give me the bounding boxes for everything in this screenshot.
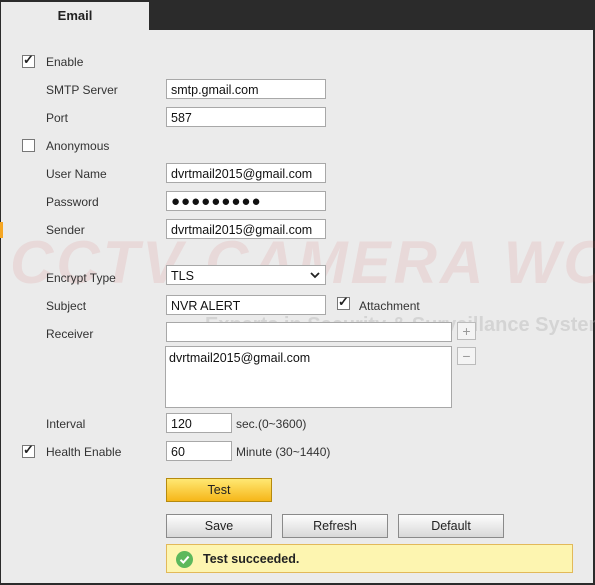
password-label: Password [46, 195, 99, 209]
smtp-server-label: SMTP Server [46, 83, 118, 97]
interval-label: Interval [46, 417, 86, 431]
chevron-down-icon [310, 272, 320, 279]
default-button[interactable]: Default [398, 514, 504, 538]
remove-receiver-button[interactable]: − [457, 347, 476, 365]
test-button[interactable]: Test [166, 478, 272, 502]
anonymous-checkbox[interactable] [22, 139, 35, 152]
receiver-input[interactable] [166, 322, 452, 342]
port-label: Port [46, 111, 69, 125]
encrypt-type-select[interactable]: TLS [166, 265, 326, 285]
save-button[interactable]: Save [166, 514, 272, 538]
enable-checkbox[interactable]: ✓ [22, 52, 35, 68]
smtp-server-input[interactable]: smtp.gmail.com [166, 79, 326, 99]
interval-input[interactable]: 120 [166, 413, 232, 433]
health-enable-checkbox[interactable]: ✓ [22, 442, 35, 458]
attachment-label: Attachment [359, 299, 420, 313]
check-circle-icon [176, 551, 193, 568]
encrypt-type-value: TLS [171, 269, 194, 283]
port-input[interactable]: 587 [166, 107, 326, 127]
frame-left [0, 30, 1, 585]
health-interval-unit: Minute (30~1440) [236, 445, 331, 459]
health-interval-input[interactable]: 60 [166, 441, 232, 461]
password-input[interactable]: ●●●●●●●●● [166, 191, 326, 211]
add-receiver-button[interactable]: + [457, 322, 476, 340]
health-enable-label: Health Enable [46, 445, 122, 459]
receiver-label: Receiver [46, 327, 94, 341]
receiver-list[interactable]: dvrtmail2015@gmail.com [165, 346, 452, 408]
sender-label: Sender [46, 223, 85, 237]
user-name-input[interactable]: dvrtmail2015@gmail.com [166, 163, 326, 183]
encrypt-type-label: Encrypt Type [46, 271, 116, 285]
sender-input[interactable]: dvrtmail2015@gmail.com [166, 219, 326, 239]
receiver-list-item[interactable]: dvrtmail2015@gmail.com [169, 351, 448, 365]
interval-unit: sec.(0~3600) [236, 417, 307, 431]
subject-input[interactable]: NVR ALERT [166, 295, 326, 315]
tab-email[interactable]: Email [1, 2, 149, 30]
refresh-button[interactable]: Refresh [282, 514, 388, 538]
user-name-label: User Name [46, 167, 107, 181]
attachment-checkbox[interactable]: ✓ [337, 294, 350, 310]
enable-label: Enable [46, 55, 84, 69]
edge-accent [0, 222, 3, 238]
anonymous-label: Anonymous [46, 139, 110, 153]
status-message: Test succeeded. [203, 552, 300, 566]
subject-label: Subject [46, 299, 87, 313]
status-message-box: Test succeeded. [166, 544, 573, 573]
